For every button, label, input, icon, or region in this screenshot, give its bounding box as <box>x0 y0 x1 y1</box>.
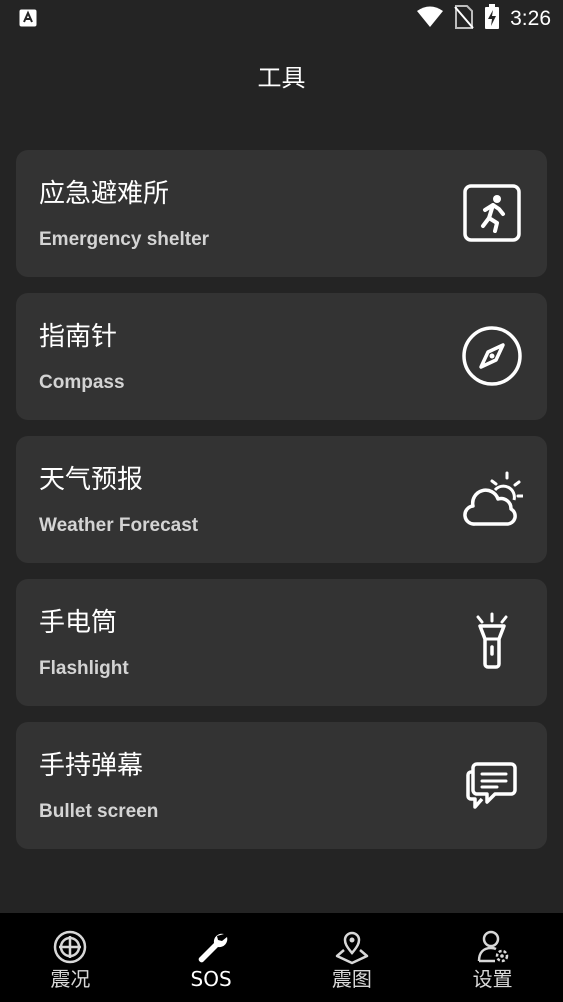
tab-quake-status[interactable]: 震况 <box>0 913 141 1002</box>
tool-card-title: 天气预报 <box>39 465 144 495</box>
tool-card-compass[interactable]: 指南针 Compass <box>16 293 547 420</box>
tool-card-title: 指南针 <box>39 322 118 352</box>
tool-card-subtitle: Flashlight <box>39 658 129 679</box>
status-icons: 3:26 <box>416 4 551 34</box>
target-icon <box>52 929 88 965</box>
chat-bubble-icon <box>461 754 523 816</box>
compass-icon <box>461 325 523 387</box>
tool-card-title: 应急避难所 <box>39 179 170 209</box>
tool-list: 应急避难所 Emergency shelter 指南针 Compass 天气预报… <box>16 150 547 865</box>
page-title: 工具 <box>257 64 306 92</box>
tool-card-subtitle: Compass <box>39 372 125 393</box>
status-time: 3:26 <box>510 7 551 30</box>
tab-label: 设置 <box>472 967 513 991</box>
tab-sos[interactable]: SOS <box>141 913 282 1002</box>
tool-card-flashlight[interactable]: 手电筒 Flashlight <box>16 579 547 706</box>
battery-charging-icon <box>484 4 500 34</box>
font-app-icon <box>19 9 37 27</box>
tool-card-weather[interactable]: 天气预报 Weather Forecast <box>16 436 547 563</box>
user-settings-icon <box>475 929 511 965</box>
no-sim-icon <box>454 4 474 34</box>
emergency-exit-icon <box>461 182 523 244</box>
bottom-tab-bar: 震况 SOS 震图 设置 <box>0 913 563 1002</box>
map-pin-icon <box>334 929 370 965</box>
tab-settings[interactable]: 设置 <box>422 913 563 1002</box>
tab-label: 震况 <box>50 967 91 991</box>
tab-label: SOS <box>190 967 232 991</box>
wrench-icon <box>193 929 229 965</box>
tool-card-emergency-shelter[interactable]: 应急避难所 Emergency shelter <box>16 150 547 277</box>
tab-quake-map[interactable]: 震图 <box>282 913 423 1002</box>
tab-label: 震图 <box>331 967 372 991</box>
status-bar: 3:26 <box>0 0 563 38</box>
tool-card-title: 手持弹幕 <box>39 751 144 781</box>
tool-card-subtitle: Emergency shelter <box>39 229 210 250</box>
tool-card-subtitle: Weather Forecast <box>39 515 199 536</box>
tool-card-title: 手电筒 <box>39 608 118 638</box>
wifi-icon <box>416 6 444 32</box>
flashlight-icon <box>461 611 523 673</box>
tool-card-bullet-screen[interactable]: 手持弹幕 Bullet screen <box>16 722 547 849</box>
weather-icon <box>461 468 523 530</box>
tool-card-subtitle: Bullet screen <box>39 801 159 822</box>
